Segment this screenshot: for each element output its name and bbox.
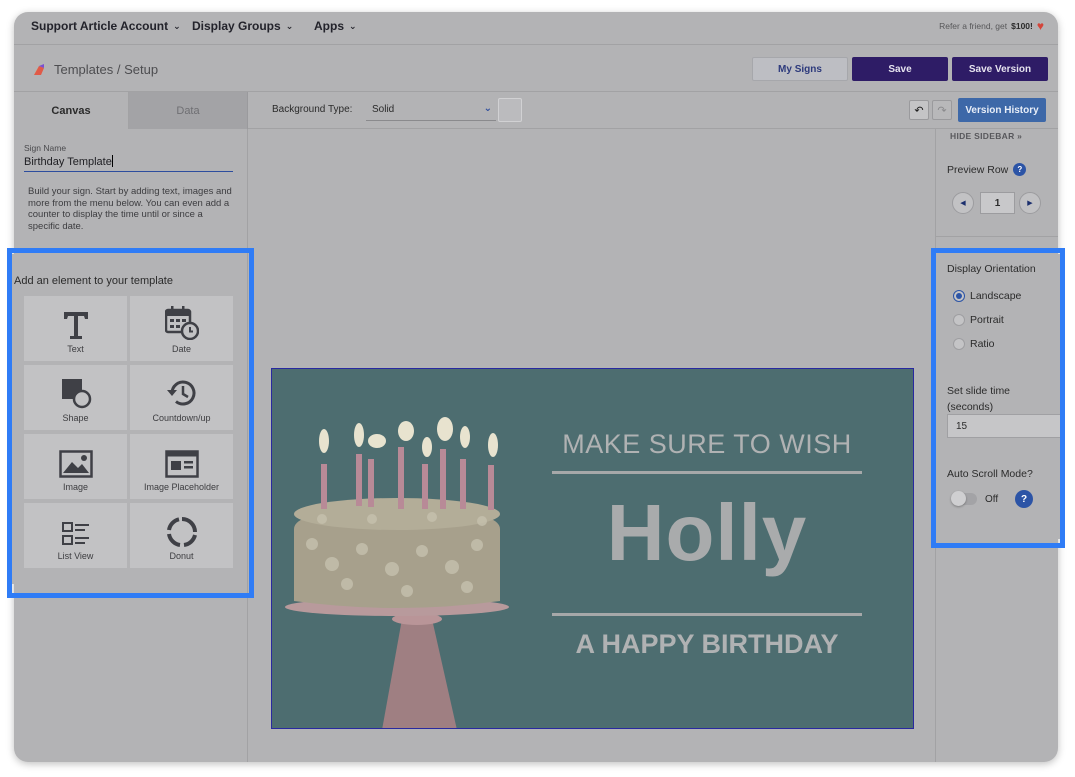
background-color-swatch[interactable] [498,98,522,122]
preview-row-increment[interactable]: ▶ [1019,192,1041,214]
apps-label: Apps [314,19,344,33]
undo-button[interactable]: ↶ [909,100,929,120]
background-type-value: Solid [372,104,395,115]
tab-canvas[interactable]: Canvas [14,92,129,129]
sign-name-label: Sign Name [24,143,67,153]
sign-name-input[interactable]: Birthday Template [24,155,233,172]
top-navigation: Support Article Account ⌄ Display Groups… [14,12,1058,45]
chevron-down-icon: ⌄ [173,20,181,31]
account-menu[interactable]: Support Article Account ⌄ [31,19,181,33]
display-groups-menu[interactable]: Display Groups ⌄ [192,19,293,33]
refer-amount: $100! [1011,21,1033,31]
preview-row-label: Preview Row ? [947,163,1027,176]
refer-text: Refer a friend, get [939,21,1008,31]
caret-left-icon: ◀ [960,200,966,207]
help-text: Build your sign. Start by adding text, i… [28,186,232,232]
display-groups-label: Display Groups [192,19,281,33]
preview-row-text: Preview Row [947,163,1009,176]
app-logo-icon [34,64,44,75]
sidebar-divider [935,236,1058,237]
my-signs-button[interactable]: My Signs [752,57,848,81]
highlight-display-settings [931,248,1065,548]
template-preview[interactable]: MAKE SURE TO WISH Holly A HAPPY BIRTHDAY [271,368,914,729]
preview-divider [552,613,862,616]
tab-data[interactable]: Data [129,92,248,129]
preview-row-value[interactable]: 1 [980,192,1015,214]
redo-button[interactable]: ↷ [932,100,952,120]
preview-line-1: MAKE SURE TO WISH [562,429,852,459]
account-menu-label: Support Article Account [31,19,169,33]
chevron-down-icon: ⌄ [483,103,492,114]
title-bar: Templates / Setup My Signs Save Save Ver… [14,46,1058,92]
chevron-down-icon: ⌄ [349,20,357,31]
redo-icon: ↷ [937,104,947,117]
refer-friend-link[interactable]: Refer a friend, get $100! ♥ [939,19,1044,33]
preview-line-2: A HAPPY BIRTHDAY [575,629,839,659]
background-type-select[interactable]: Solid ⌄ [366,99,496,121]
background-type-label: Background Type: [272,104,353,115]
preview-name: Holly [606,488,808,577]
toolbar: Canvas Data Background Type: Solid ⌄ ↶ ↷… [14,92,1058,129]
help-icon[interactable]: ? [1013,163,1027,176]
caret-right-icon: ▶ [1027,200,1033,207]
breadcrumb: Templates / Setup [54,62,159,77]
hide-sidebar-button[interactable]: HIDE SIDEBAR » [950,131,1022,141]
save-version-button[interactable]: Save Version [952,57,1048,81]
highlight-add-element [7,248,254,598]
save-button[interactable]: Save [852,57,948,81]
text-caret [111,155,113,167]
preview-row-decrement[interactable]: ◀ [952,192,974,214]
chevron-down-icon: ⌄ [285,20,294,31]
heart-icon: ♥ [1036,19,1044,33]
undo-icon: ↶ [914,104,924,117]
preview-divider [552,471,862,474]
version-history-button[interactable]: Version History [958,98,1046,122]
sign-name-value: Birthday Template [24,156,112,168]
apps-menu[interactable]: Apps ⌄ [314,19,357,33]
